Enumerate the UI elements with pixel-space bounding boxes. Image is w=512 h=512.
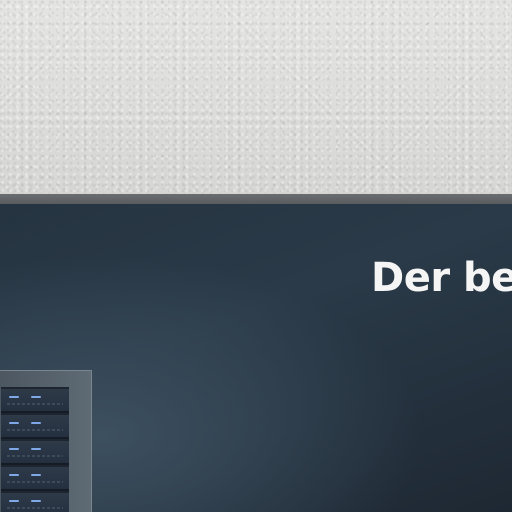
- status-led: [9, 500, 19, 502]
- server-unit: [1, 415, 69, 439]
- billboard-headline: Der be: [371, 255, 512, 301]
- server-rack-icon: [0, 370, 92, 512]
- photo-scene: Der be: [0, 0, 512, 512]
- vent-slots: [7, 507, 63, 509]
- status-led: [31, 422, 41, 424]
- status-led: [31, 448, 41, 450]
- vent-slots: [7, 403, 63, 405]
- server-unit: [1, 389, 69, 413]
- server-unit: [1, 441, 69, 465]
- server-unit: [1, 467, 69, 491]
- server-unit: [1, 493, 69, 512]
- textured-wall: [0, 0, 512, 194]
- status-led: [31, 396, 41, 398]
- status-led: [9, 422, 19, 424]
- status-led: [9, 474, 19, 476]
- vent-slots: [7, 429, 63, 431]
- status-led: [9, 448, 19, 450]
- vent-slots: [7, 481, 63, 483]
- server-rack-bay: [1, 387, 69, 512]
- vent-slots: [7, 455, 63, 457]
- status-led: [31, 474, 41, 476]
- status-led: [9, 396, 19, 398]
- billboard-frame: [0, 194, 512, 204]
- status-led: [31, 500, 41, 502]
